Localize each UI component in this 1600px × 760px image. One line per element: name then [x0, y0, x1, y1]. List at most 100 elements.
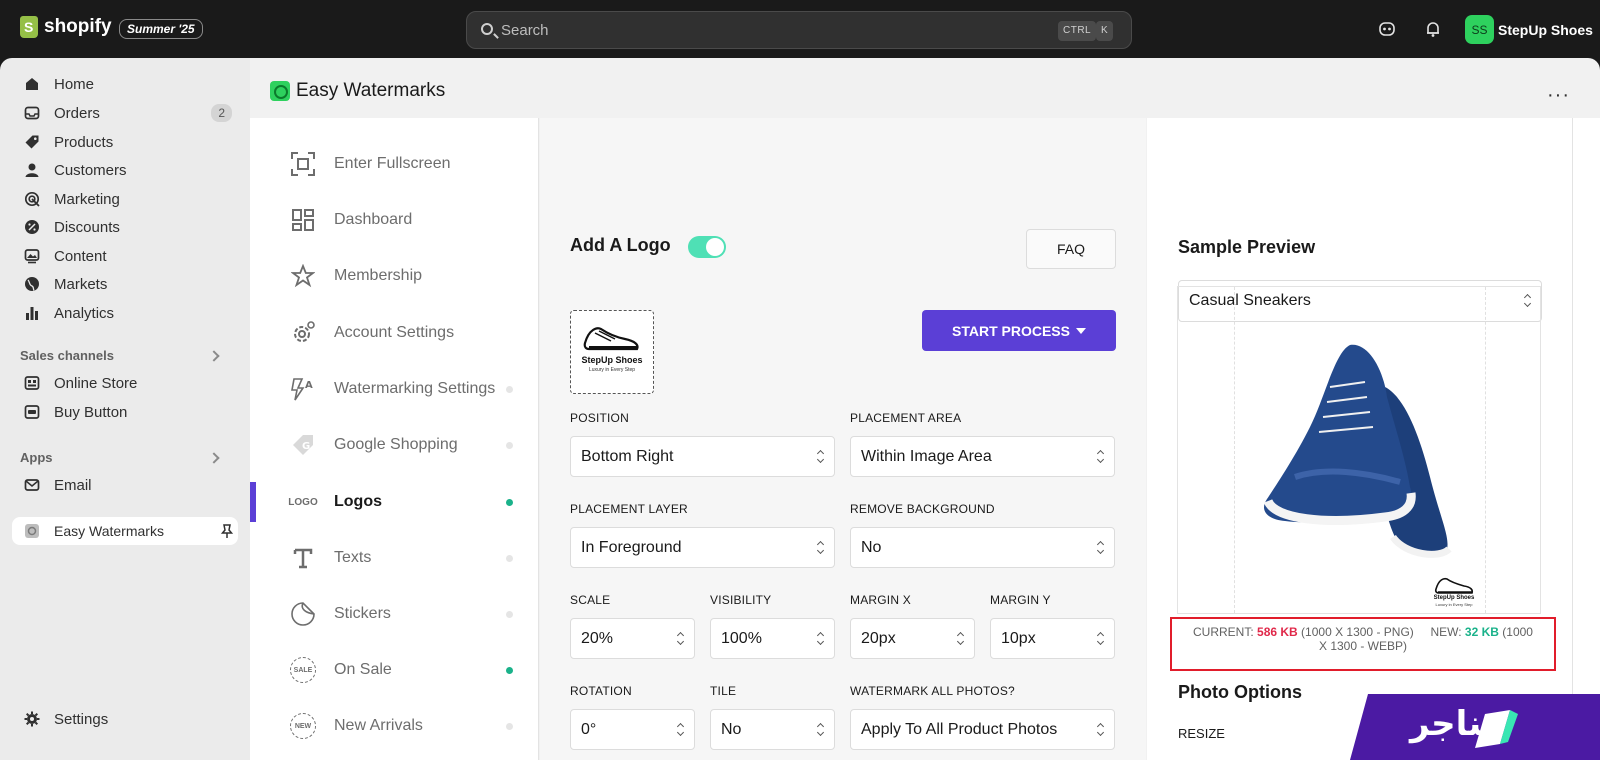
app-nav: Enter Fullscreen Dashboard Membership Ac… [250, 118, 539, 760]
brand-name: shopify [44, 16, 112, 37]
home-icon [26, 78, 38, 90]
position-select[interactable]: Bottom Right [570, 436, 835, 477]
sidebar-item-email[interactable]: Email [12, 471, 238, 499]
placement-area-select[interactable]: Within Image Area [850, 436, 1115, 477]
sidebar-item-label: Online Store [54, 374, 138, 392]
logo-brand-text: StepUp Shoes [581, 355, 643, 365]
sidebar-item-home[interactable]: Home [12, 70, 238, 98]
app-nav-label: Dashboard [334, 211, 413, 228]
faq-button[interactable]: FAQ [1026, 229, 1116, 269]
assistant-icon[interactable] [1378, 20, 1396, 38]
remove-background-label: REMOVE BACKGROUND [850, 502, 995, 516]
app-nav-on-sale[interactable]: SALE On Sale [290, 650, 525, 690]
margin-x-select[interactable]: 20px [850, 618, 975, 659]
app-header: Easy Watermarks [270, 80, 445, 102]
logo-settings-panel: Add A Logo FAQ StepUp Shoes Luxury in Ev… [540, 118, 1146, 760]
edition-badge[interactable]: Summer '25 [119, 19, 203, 39]
app-nav-label: Membership [334, 267, 423, 284]
select-arrows-icon [678, 724, 684, 736]
scale-select[interactable]: 20% [570, 618, 695, 659]
chevron-right-icon[interactable] [208, 350, 220, 362]
app-nav-enter-fullscreen[interactable]: Enter Fullscreen [290, 144, 525, 184]
sidebar-item-orders[interactable]: Orders 2 [12, 99, 238, 127]
store-menu[interactable]: SS StepUp Shoes [1465, 15, 1593, 44]
app-nav-label: On Sale [334, 661, 392, 678]
sidebar-item-buy-button[interactable]: Buy Button [12, 398, 238, 426]
app-nav-logos[interactable]: LOGO Logos [288, 482, 525, 522]
placement-layer-select[interactable]: In Foreground [570, 527, 835, 568]
sidebar-item-online-store[interactable]: Online Store [12, 369, 238, 397]
sidebar-item-products[interactable]: Products [12, 128, 238, 156]
logo-icon: LOGO [288, 496, 318, 508]
person-icon [25, 163, 39, 177]
start-process-button[interactable]: START PROCESS [922, 310, 1116, 351]
app-nav-dashboard[interactable]: Dashboard [290, 200, 525, 240]
sidebar-item-content[interactable]: Content [12, 242, 238, 270]
star-icon [290, 263, 316, 289]
app-nav-new-arrivals[interactable]: NEW New Arrivals [290, 706, 525, 746]
shoe-logo-icon [583, 327, 639, 351]
shopify-logo[interactable]: shopify [20, 16, 112, 38]
status-dot [506, 666, 513, 674]
sidebar-item-easy-watermarks[interactable]: Easy Watermarks [12, 517, 238, 545]
sidebar-item-marketing[interactable]: Marketing [12, 185, 238, 213]
app-nav-stickers[interactable]: Stickers [290, 594, 525, 634]
sales-channels-heading[interactable]: Sales channels [20, 348, 114, 363]
sidebar-item-markets[interactable]: Markets [12, 270, 238, 298]
sidebar-item-customers[interactable]: Customers [12, 156, 238, 184]
app-nav-watermarking-settings[interactable]: A Watermarking Settings [290, 369, 525, 409]
app-nav-membership[interactable]: Membership [290, 256, 525, 296]
rotation-select[interactable]: 0° [570, 709, 695, 750]
tile-select[interactable]: No [710, 709, 835, 750]
logo-upload-preview[interactable]: StepUp Shoes Luxury in Every Step [570, 310, 654, 394]
chevron-right-icon[interactable] [208, 452, 220, 464]
more-actions-icon[interactable]: ··· [1547, 84, 1570, 107]
scrollbar-track[interactable] [1572, 118, 1600, 760]
orders-count-badge: 2 [211, 104, 232, 122]
status-dot [506, 441, 513, 449]
watermark-tagline-text: Luxury in Every Step [1435, 602, 1473, 607]
app-nav-label: New Arrivals [334, 717, 423, 734]
visibility-label: VISIBILITY [710, 593, 772, 607]
margin-x-label: MARGIN X [850, 593, 911, 607]
search-bar[interactable]: Search CTRL K [466, 11, 1132, 49]
sample-preview-title: Sample Preview [1178, 237, 1316, 257]
resize-label: RESIZE [1178, 726, 1225, 741]
app-title: Easy Watermarks [296, 80, 446, 101]
tag-icon [25, 135, 39, 149]
visibility-select[interactable]: 100% [710, 618, 835, 659]
margin-y-value: 10px [1001, 630, 1036, 647]
pin-icon[interactable] [220, 523, 234, 539]
sidebar-item-settings[interactable]: Settings [12, 705, 238, 733]
add-logo-title: Add A Logo [570, 235, 671, 255]
sidebar: Home Orders 2 Products Customers Marketi… [0, 58, 250, 760]
scale-value: 20% [581, 630, 614, 647]
sidebar-item-discounts[interactable]: Discounts [12, 213, 238, 241]
app-nav-label: Google Shopping [334, 436, 458, 453]
discount-icon [25, 220, 39, 234]
status-dot [506, 554, 513, 562]
app-nav-texts[interactable]: Texts [290, 538, 525, 578]
email-icon [24, 479, 40, 491]
watermark-logo-icon [1434, 577, 1474, 594]
select-arrows-icon [1098, 451, 1104, 463]
select-arrows-icon [678, 633, 684, 645]
current-size-meta: (1000 X 1300 - PNG) [1301, 625, 1414, 639]
sneakers-image [1263, 344, 1452, 558]
watermark-all-select[interactable]: Apply To All Product Photos [850, 709, 1115, 750]
dashboard-icon [290, 207, 316, 233]
bell-icon[interactable] [1424, 20, 1442, 38]
app-nav-google-shopping[interactable]: G Google Shopping [290, 425, 525, 465]
sidebar-item-analytics[interactable]: Analytics [12, 299, 238, 327]
app-frame: Enter Fullscreen Dashboard Membership Ac… [250, 118, 1600, 760]
target-icon [24, 191, 40, 207]
caret-down-icon [1075, 327, 1086, 334]
app-nav-account-settings[interactable]: Account Settings [290, 313, 525, 353]
remove-background-select[interactable]: No [850, 527, 1115, 568]
sidebar-item-label: Markets [54, 275, 108, 293]
margin-y-select[interactable]: 10px [990, 618, 1115, 659]
sidebar-item-label: Orders [54, 104, 100, 122]
add-logo-toggle[interactable] [688, 236, 726, 258]
sidebar-item-label: Home [54, 75, 95, 93]
apps-heading[interactable]: Apps [20, 450, 53, 465]
